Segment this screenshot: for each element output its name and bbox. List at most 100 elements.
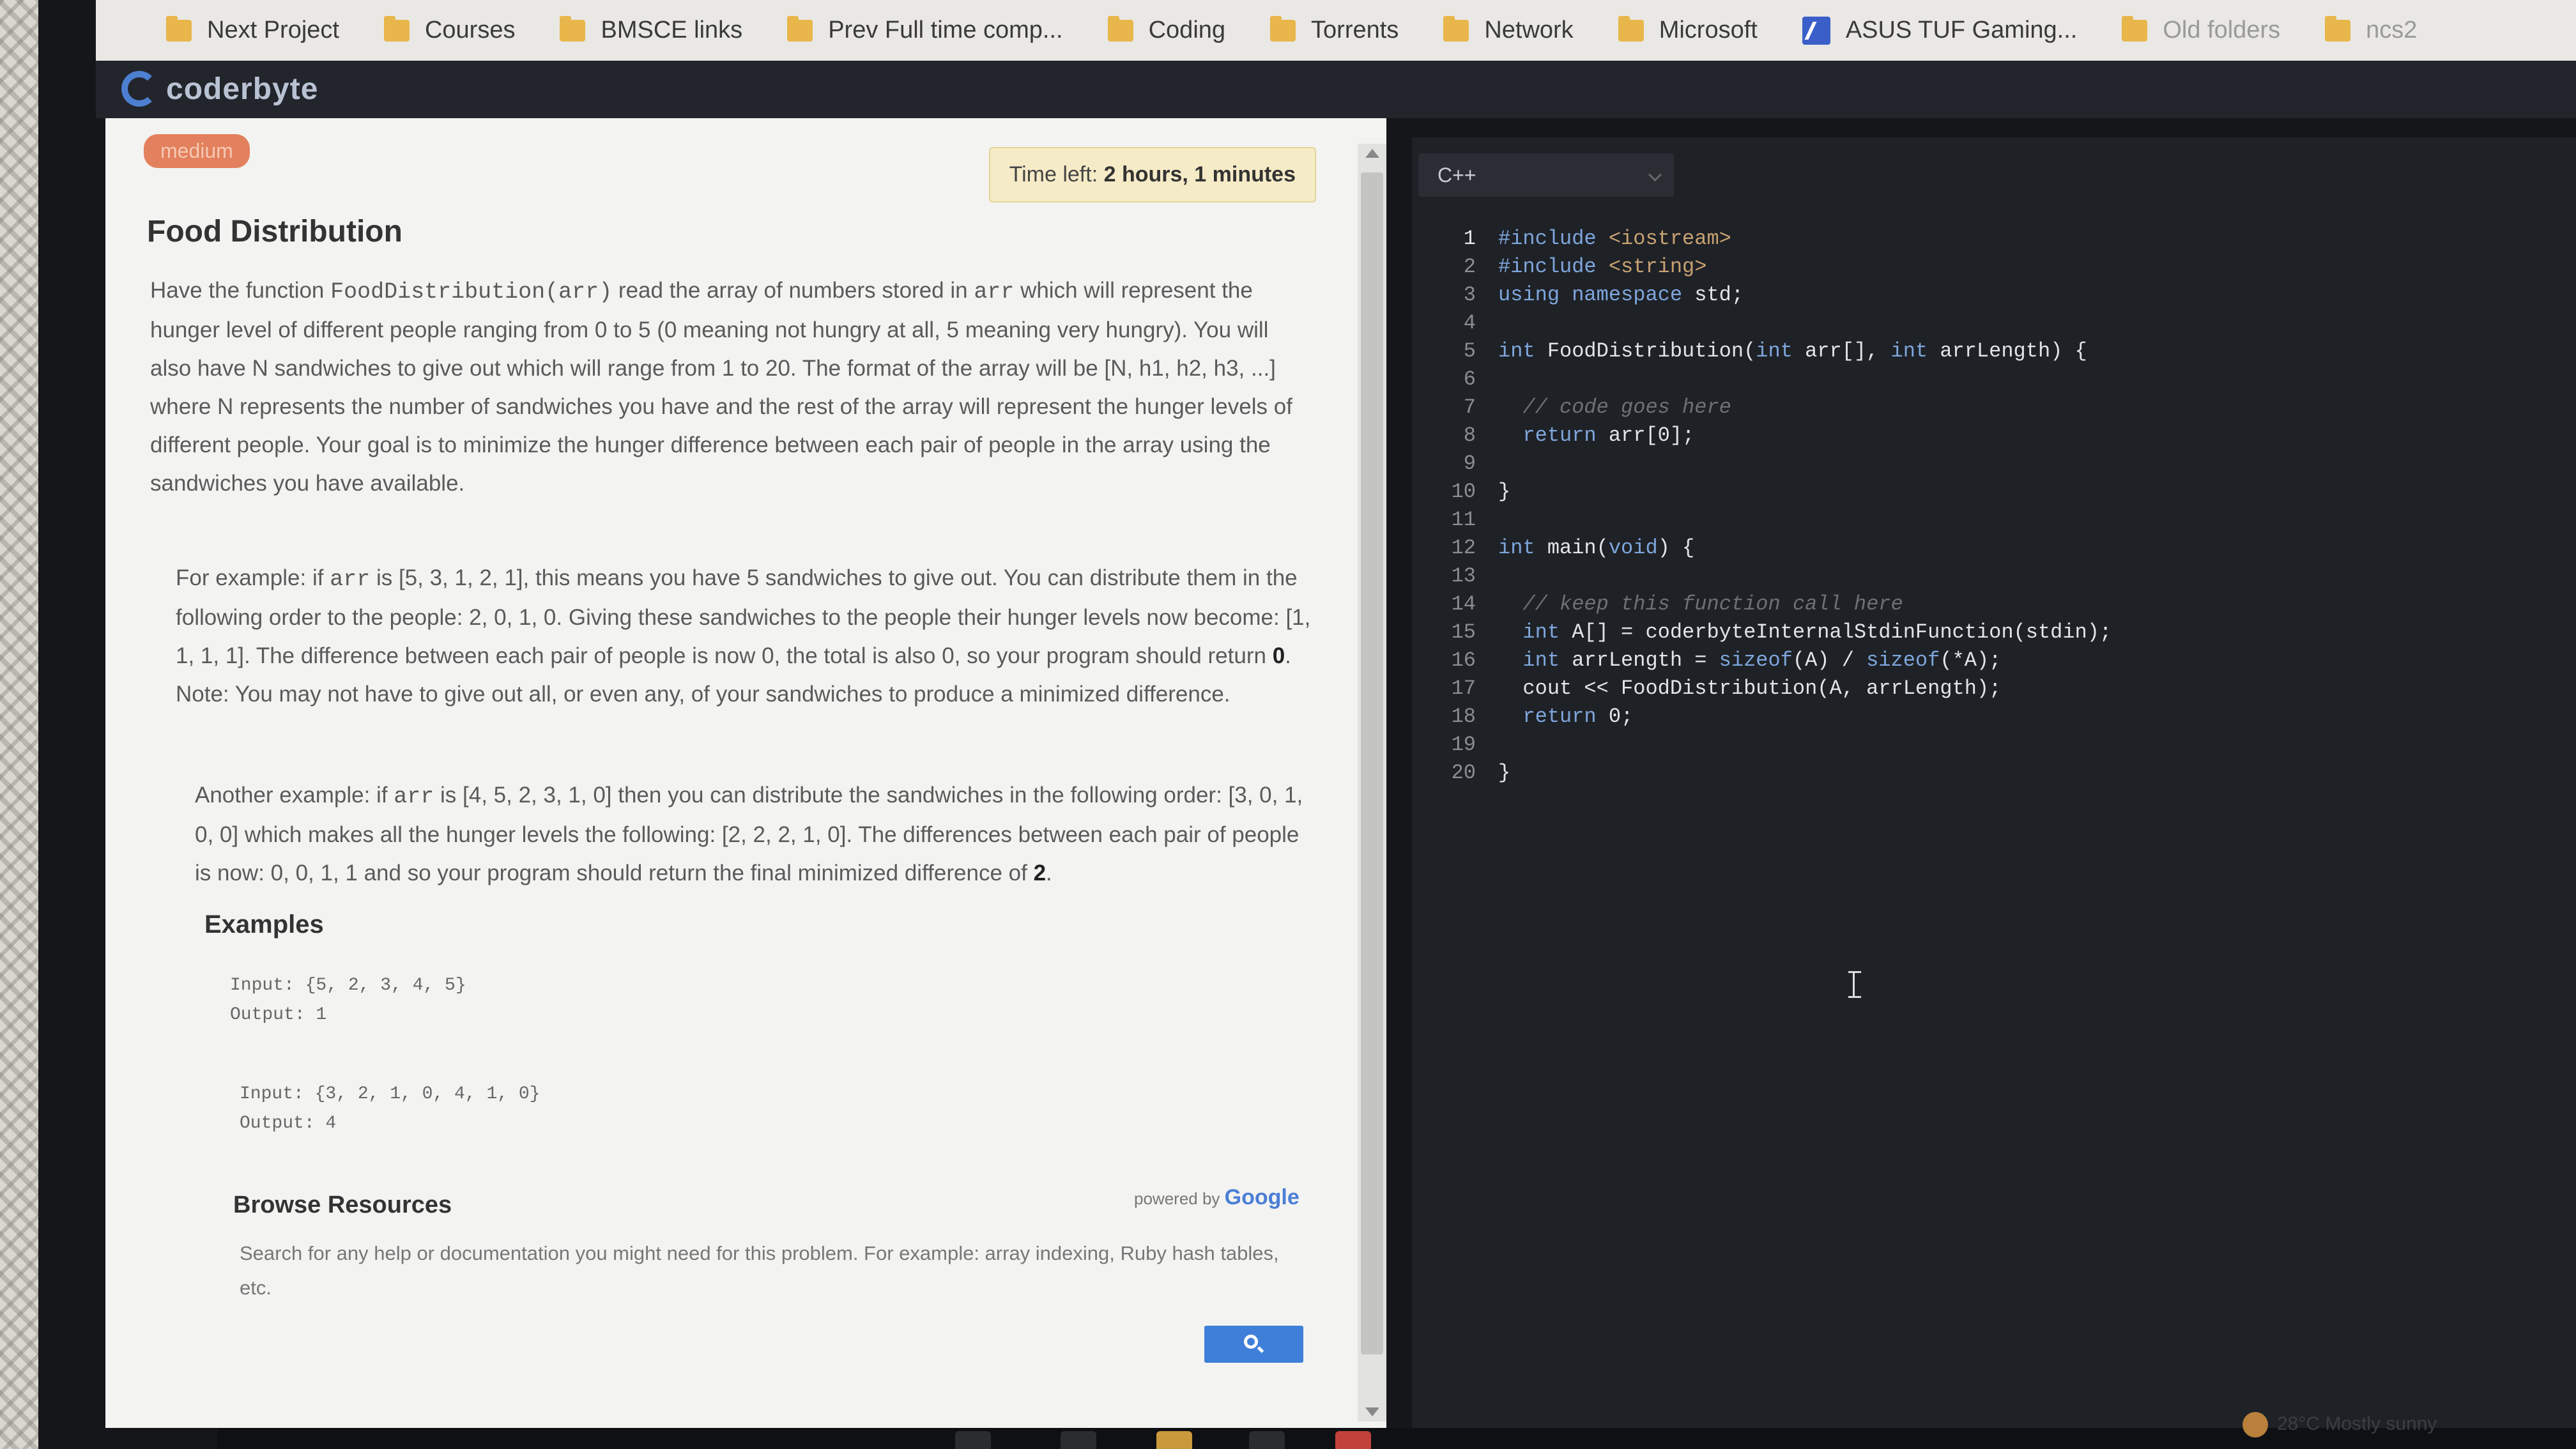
inline-code: arr <box>974 279 1015 305</box>
bookmark-item[interactable]: Prev Full time comp... <box>787 15 1063 44</box>
line-number: 5 <box>1463 339 1476 363</box>
bookmark-label: ASUS TUF Gaming... <box>1845 17 2078 43</box>
os-taskbar <box>217 1428 2576 1449</box>
weather-text: 28°C Mostly sunny <box>2277 1413 2437 1434</box>
line-number: 13 <box>1451 564 1476 588</box>
code-line[interactable]: 20} <box>1425 761 2511 789</box>
bookmark-item[interactable]: Courses <box>383 15 515 44</box>
language-select[interactable]: C++ <box>1418 153 1674 197</box>
code-line[interactable]: 6 <box>1425 367 2511 395</box>
code-text: int arrLength = sizeof(A) / sizeof(*A); <box>1522 648 2002 672</box>
taskbar-app-icon[interactable] <box>1061 1431 1096 1449</box>
bookmark-item[interactable]: Microsoft <box>1618 15 1758 44</box>
code-line[interactable]: 12 int main(void) { <box>1425 536 2511 564</box>
code-line[interactable]: 17 cout << FoodDistribution(A, arrLength… <box>1425 677 2511 705</box>
example-input: Input: {5, 2, 3, 4, 5} <box>230 976 466 995</box>
bookmark-item[interactable]: Old folders <box>2122 15 2281 44</box>
bookmark-label: Torrents <box>1311 17 1399 43</box>
code-line[interactable]: 2 #include <string> <box>1425 255 2511 283</box>
resources-help-text: Search for any help or documentation you… <box>240 1242 1279 1299</box>
code-line[interactable]: 7 // code goes here <box>1425 395 2511 424</box>
code-text: // code goes here <box>1522 395 1731 419</box>
search-button[interactable] <box>1204 1326 1303 1363</box>
line-number: 12 <box>1451 536 1476 560</box>
example-block: Input: {5, 2, 3, 4, 5} Output: 1 <box>230 971 466 1030</box>
code-line[interactable]: 13 <box>1425 564 2511 592</box>
second-example-text: Another example: if arr is [4, 5, 2, 3, … <box>195 776 1307 893</box>
code-line[interactable]: 1 #include <iostream> <box>1425 227 2511 255</box>
code-line[interactable]: 9 <box>1425 452 2511 480</box>
bookmark-item[interactable]: BMSCE links <box>560 15 743 44</box>
code-line[interactable]: 11 <box>1425 508 2511 536</box>
bookmark-item[interactable]: Coding <box>1107 15 1225 44</box>
folder-icon <box>560 15 586 42</box>
bookmark-label: Next Project <box>207 17 339 43</box>
code-line[interactable]: 4 <box>1425 311 2511 339</box>
text-run: Another example: if <box>195 783 394 808</box>
code-line[interactable]: 14 // keep this function call here <box>1425 592 2511 620</box>
text-run: Have the function <box>150 278 331 303</box>
code-editor[interactable]: C++ 1 #include <iostream> 2 #include <strin… <box>1412 137 2576 1449</box>
line-number: 10 <box>1451 480 1476 503</box>
code-line[interactable]: 15 int A[] = coderbyteInternalStdinFunct… <box>1425 620 2511 648</box>
code-line[interactable]: 19 <box>1425 733 2511 761</box>
bookmark-label: BMSCE links <box>601 17 743 43</box>
code-text: using namespace std; <box>1498 283 1744 307</box>
browse-resources-heading: Browse Resources <box>233 1192 452 1218</box>
bold-value: 2 <box>1033 861 1046 885</box>
line-number: 18 <box>1451 705 1476 728</box>
problem-scrollbar[interactable] <box>1358 144 1386 1422</box>
bookmark-item[interactable]: Torrents <box>1270 15 1399 44</box>
line-number: 4 <box>1463 311 1476 335</box>
taskbar-search-icon[interactable] <box>955 1431 991 1449</box>
line-number: 1 <box>1463 227 1476 250</box>
code-line[interactable]: 10} <box>1425 480 2511 508</box>
scrollbar-thumb[interactable] <box>1361 172 1383 1354</box>
bookmarks-bar: Next Project Courses BMSCE links Prev Full … <box>96 0 2576 61</box>
line-number: 19 <box>1451 733 1476 756</box>
code-line[interactable]: 8 return arr[0]; <box>1425 424 2511 452</box>
bookmark-item[interactable]: Next Project <box>166 15 339 44</box>
text-run: . <box>1046 861 1052 885</box>
folder-icon <box>1107 15 1133 42</box>
inline-code: FoodDistribution(arr) <box>330 279 613 305</box>
logo-text: coderbyte <box>166 72 319 106</box>
code-line[interactable]: 3 using namespace std; <box>1425 283 2511 311</box>
bookmark-item[interactable]: Network <box>1443 15 1574 44</box>
bookmark-item[interactable]: ncs2 <box>2325 15 2418 44</box>
bookmark-label: Microsoft <box>1659 17 1758 43</box>
inline-code: arr <box>330 567 371 592</box>
bookmark-label: Old folders <box>2163 17 2281 43</box>
code-text: int FoodDistribution(int arr[], int arrL… <box>1498 339 2087 363</box>
powered-by-label: powered by <box>1134 1189 1220 1208</box>
examples-heading: Examples <box>204 910 324 939</box>
code-line[interactable]: 18 return 0; <box>1425 705 2511 733</box>
taskbar-folder-icon[interactable] <box>1156 1431 1192 1449</box>
inline-code: arr <box>394 784 434 809</box>
line-number: 15 <box>1451 620 1476 644</box>
taskbar-chrome-icon[interactable] <box>1335 1431 1371 1449</box>
line-number: 16 <box>1451 648 1476 672</box>
scroll-up-arrow-icon[interactable] <box>1365 149 1379 158</box>
folder-icon <box>1618 15 1644 42</box>
taskbar-app-icon[interactable] <box>1249 1431 1285 1449</box>
code-lines[interactable]: 1 #include <iostream> 2 #include <string> 3 u… <box>1425 227 2511 789</box>
line-number: 11 <box>1451 508 1476 532</box>
folder-icon <box>787 15 813 42</box>
language-value: C++ <box>1438 164 1476 187</box>
text-cursor-icon <box>1848 971 1863 998</box>
line-number: 8 <box>1463 424 1476 447</box>
bookmark-label: Prev Full time comp... <box>828 17 1063 43</box>
problem-description: Have the function FoodDistribution(arr) … <box>150 272 1313 503</box>
taskbar-weather[interactable]: 28°C Mostly sunny <box>2242 1412 2437 1438</box>
chevron-down-icon <box>1648 167 1662 182</box>
coderbyte-logo[interactable]: coderbyte <box>121 71 318 107</box>
bookmark-item[interactable]: ASUS TUF Gaming... <box>1802 16 2078 45</box>
code-line[interactable]: 16 int arrLength = sizeof(A) / sizeof(*A… <box>1425 648 2511 677</box>
bookmark-label: ncs2 <box>2366 17 2418 43</box>
folder-icon <box>2325 15 2351 42</box>
first-example-text: For example: if arr is [5, 3, 1, 2, 1], … <box>176 559 1313 714</box>
code-line[interactable]: 5 int FoodDistribution(int arr[], int arr… <box>1425 339 2511 367</box>
scroll-down-arrow-icon[interactable] <box>1365 1407 1379 1416</box>
code-text: // keep this function call here <box>1522 592 1903 616</box>
